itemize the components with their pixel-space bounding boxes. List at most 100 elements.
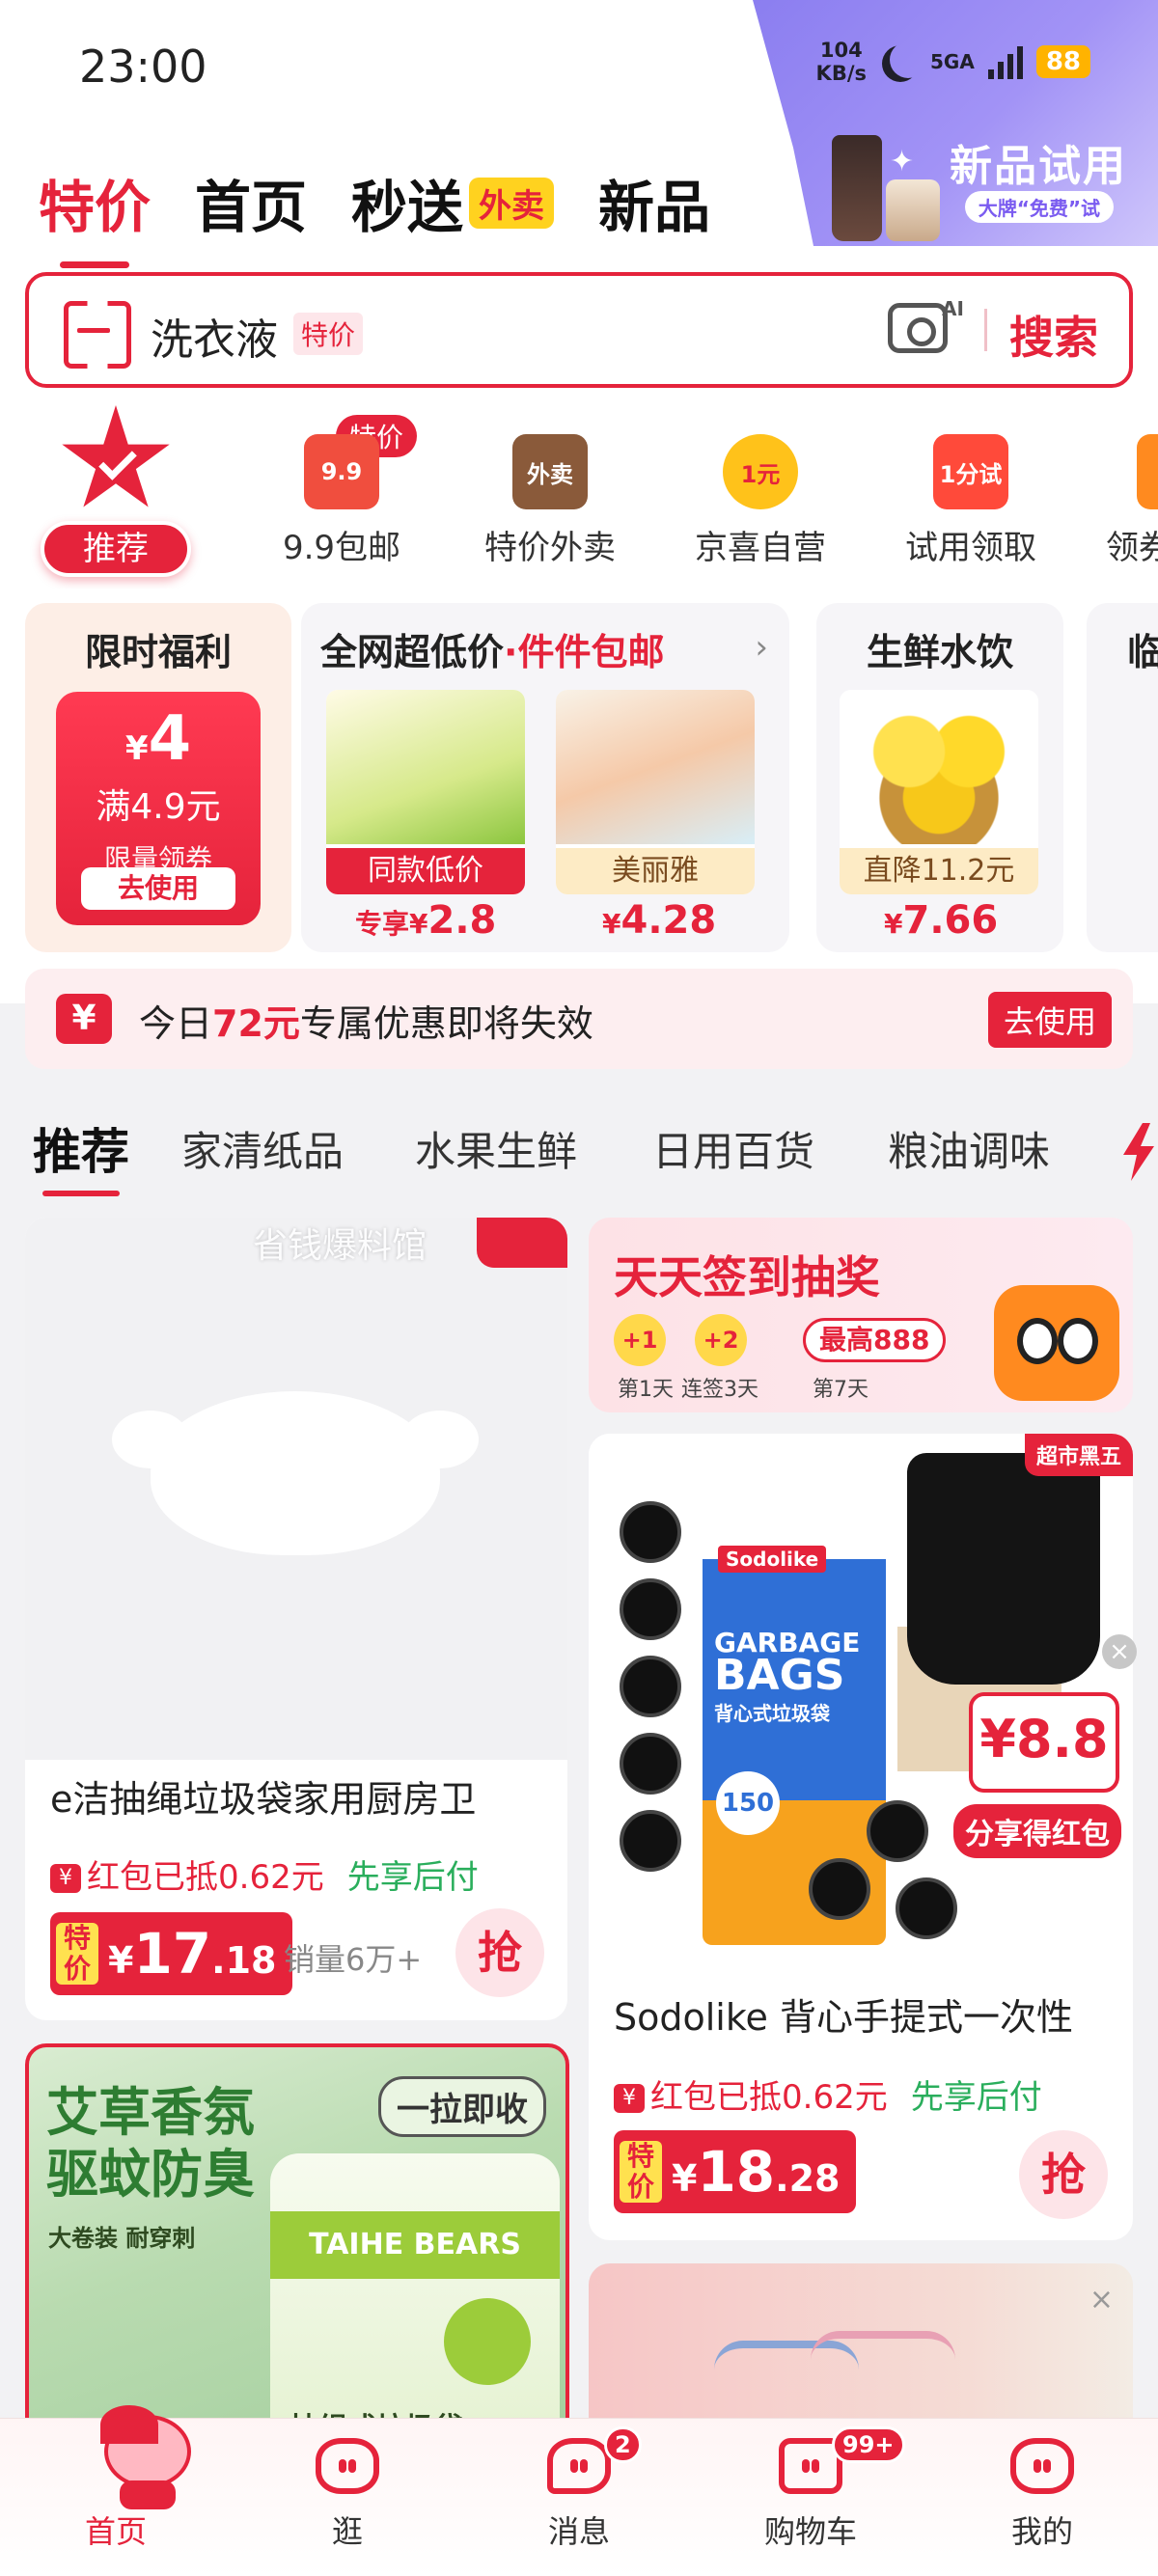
tab-miaosong[interactable]: 秒送 外卖 [351,162,555,243]
red-packet-line: ¥ 红包已抵0.62元 先享后付 [614,2070,1042,2118]
fresh-drinks-card[interactable]: 生鲜水饮 直降11.2元 ¥7.66 [816,603,1063,952]
trash-roll [867,1800,928,1862]
nav-browse[interactable]: 逛 [270,2438,425,2552]
expiring-coupon-notice[interactable]: ¥ 今日72元专属优惠即将失效 去使用 [25,969,1133,1069]
product-meiliya[interactable]: 美丽雅 [556,690,755,894]
hanger-image [811,2331,955,2360]
sales-count: 销量6万+ [284,1941,423,1978]
product-peaches[interactable]: 直降11.2元 [840,690,1038,894]
product-title: Sodolike 背心手提式一次性 [614,1996,1073,2039]
category-coupon[interactable]: 领券 [1079,425,1158,568]
ad-headline: 艾草香氛 驱蚊防臭 [46,2082,255,2206]
limited-welfare-card[interactable]: 限时福利 ¥4 满4.9元 限量领券 去使用 [25,603,291,952]
trash-roll [620,1578,681,1640]
share-price: ¥8.8 [969,1692,1119,1793]
share-red-packet-button[interactable]: 分享得红包 [953,1804,1121,1858]
trash-roll [620,1656,681,1717]
search-bar[interactable]: 洗衣液 特价 AI 搜索 [25,272,1133,388]
feed-tab-grain[interactable]: 粮油调味 [888,1119,1050,1178]
bottom-nav: 首页 逛 2 消息 99+ 购物车 我的 [0,2405,1158,2576]
tissue-image [326,690,525,844]
notice-use-button[interactable]: 去使用 [987,992,1112,1048]
net-speed-value: 104 [819,39,863,62]
category-takeaway[interactable]: 外卖 特价外卖 [454,425,647,568]
new-trial-title[interactable]: 新品试用 [950,131,1127,193]
headline-line-1: 艾草香氛 [46,2082,255,2143]
feed-tab-daily[interactable]: 日用百货 [652,1119,814,1178]
price-amount: ¥18.28 [672,2139,841,2205]
price-value: 4.28 [620,898,717,943]
mascot-image [994,1285,1119,1401]
search-input[interactable]: 洗衣液 [151,305,278,367]
chevron-right-icon[interactable]: › [755,628,768,667]
price-value: 7.66 [902,898,999,943]
nav-home[interactable]: 首页 [39,2405,193,2552]
day7-label: 第7天 [813,1378,868,1402]
status-time: 23:00 [79,41,207,93]
pig-placeholder-icon [112,1391,479,1555]
price-label: 特价 [620,2141,662,2203]
category-trial[interactable]: 1分试 试用领取 [874,425,1067,568]
recommend-label: 推荐 [41,521,191,577]
search-divider [984,309,987,351]
status-bar-right: 104 KB/s 5GA 88 [816,39,1090,85]
camera-icon[interactable] [888,303,948,353]
search-button[interactable]: 搜索 [1009,303,1098,367]
waimai-badge: 外卖 [469,177,555,229]
price-value: 2.8 [427,898,497,943]
low-price-card[interactable]: 全网超低价·件件包邮 › 同款低价 专享¥2.8 美丽雅 ¥4.28 [301,603,789,952]
product-card-trash-bag[interactable]: 省钱爆料馆 e洁抽绳垃圾袋家用厨房卫 ¥ 红包已抵0.62元 先享后付 特价 ¥17… [25,1218,567,2020]
close-icon[interactable]: × [1089,2283,1114,2316]
yen-sign: ¥ [124,729,149,768]
grab-button[interactable]: 抢 [455,1908,544,1997]
product-tag: 美丽雅 [556,848,755,894]
nav-label: 消息 [547,2513,610,2550]
nav-mine[interactable]: 我的 [965,2438,1119,2552]
checkin-lottery-banner[interactable]: 天天签到抽奖 +1 +2 最高888 第1天 连签3天 第7天 [589,1218,1133,1412]
category-9-9-free-shipping[interactable]: 9.9 9.9包邮 [245,425,438,568]
grab-button[interactable]: 抢 [1019,2130,1108,2219]
ad-subline: 大卷装 耐穿刺 [48,2225,196,2252]
category-jingxi-self[interactable]: 1元 京喜自营 [664,425,857,568]
feed-tab-recommend[interactable]: 推荐 [33,1113,129,1196]
notice-suffix: 专属优惠即将失效 [299,1002,593,1045]
pull-close-label: 一拉即收 [378,2076,546,2137]
bag-brand: Sodolike [718,1546,827,1573]
scan-line [77,328,110,333]
nav-messages[interactable]: 2 消息 [502,2426,656,2552]
price-amount: ¥17.18 [108,1921,277,1987]
feed-tab-fruit[interactable]: 水果生鲜 [415,1119,577,1178]
pay-later-text: 先享后付 [346,1858,479,1897]
coupon-value: 4 [148,703,192,775]
promo-cards: 限时福利 ¥4 满4.9元 限量领券 去使用 全网超低价·件件包邮 › 同款低价… [0,589,1158,1003]
close-icon[interactable]: × [1102,1634,1137,1669]
red-packet-icon: ¥ [50,1864,81,1893]
red-packet-text: 红包已抵0.62元 [87,1858,324,1897]
free-shipping-highlight: 件件包邮 [517,631,665,673]
new-trial-subtitle: 大牌“免费”试 [964,191,1114,223]
nav-cart[interactable]: 99+ 购物车 [733,2426,905,2552]
yen-sign: ¥ [602,908,621,940]
nav-label: 购物车 [763,2513,857,2550]
lightning-icon[interactable] [1123,1123,1154,1181]
coupon[interactable]: ¥4 满4.9元 限量领券 去使用 [56,692,261,925]
price-decimal: .28 [775,2157,841,2200]
category-icon-row: 推荐 特价 9.9 9.9包邮 外卖 特价外卖 1元 京喜自营 1分试 试用领取… [0,396,1158,589]
tab-home[interactable]: 首页 [195,162,307,243]
bear-logo [444,2298,531,2385]
hot-tag: 超市黑五 [1024,1434,1133,1476]
bag-sub: 背心式垃圾袋 [714,1702,830,1725]
day3-label: 连签3天 [681,1378,758,1402]
yen-sign: ¥ [108,1939,134,1982]
product-card-sodolike[interactable]: Sodolike GARBAGE BAGS 背心式垃圾袋 150 超市黑五 ¥8.8… [589,1434,1133,2240]
tab-new[interactable]: 新品 [598,162,710,243]
trash-roll [620,1733,681,1795]
tab-tejia[interactable]: 特价 [39,162,151,268]
partial-card[interactable]: 临 [1087,603,1158,952]
feed-tab-household[interactable]: 家清纸品 [181,1119,344,1178]
header: ✦ 新品试用 大牌“免费”试 23:00 104 KB/s 5GA 88 特价 … [0,0,1158,396]
product-tissue[interactable]: 同款低价 [326,690,525,894]
use-coupon-button[interactable]: 去使用 [81,867,235,910]
bag-label: GARBAGE BAGS 背心式垃圾袋 [714,1627,860,1730]
message-badge: 2 [604,2426,642,2463]
